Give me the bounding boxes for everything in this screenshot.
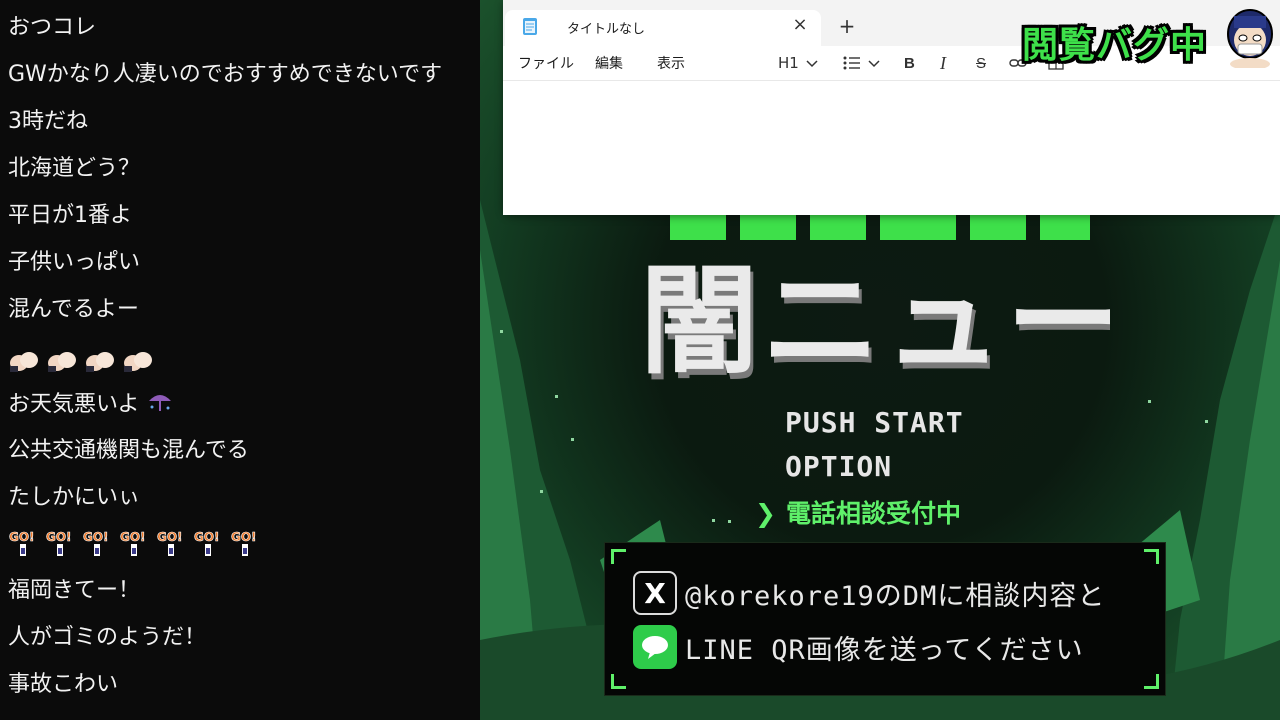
menu-phone-consult-label: 電話相談受付中 bbox=[785, 499, 961, 528]
go-sticker-icon: GO! bbox=[46, 530, 72, 556]
chat-message: 混んでるよー bbox=[8, 297, 139, 322]
menu-phone-consult[interactable]: ❯ 電話相談受付中 bbox=[755, 494, 961, 530]
menu-view[interactable]: 表示 bbox=[657, 53, 685, 73]
line-logo-icon bbox=[633, 625, 677, 669]
corner-bracket bbox=[611, 549, 626, 564]
list-dropdown[interactable] bbox=[843, 52, 881, 74]
chevron-down-icon bbox=[868, 60, 880, 68]
chat-message: 3時だね bbox=[8, 109, 88, 134]
go-label: GO! bbox=[9, 530, 35, 544]
bullet-list-icon bbox=[843, 56, 860, 70]
sparkle bbox=[571, 438, 574, 441]
go-label: GO! bbox=[194, 530, 220, 544]
chat-message: おつコレ bbox=[8, 15, 97, 40]
italic-button[interactable]: I bbox=[940, 52, 946, 74]
menu-edit[interactable]: 編集 bbox=[595, 53, 623, 73]
notepad-icon bbox=[523, 18, 537, 35]
menu-option[interactable]: OPTION bbox=[785, 450, 892, 483]
contact-line-text: LINE QR画像を送ってください bbox=[685, 634, 1084, 666]
heading-label: H1 bbox=[778, 54, 799, 72]
bold-button[interactable]: B bbox=[904, 52, 915, 74]
sparkle bbox=[712, 519, 715, 522]
contact-panel: X @korekore19のDMに相談内容と LINE QR画像を送ってください bbox=[604, 542, 1166, 696]
contact-x-text: @korekore19のDMに相談内容と bbox=[685, 580, 1106, 612]
chevron-down-icon bbox=[806, 60, 818, 68]
chat-message: お天気悪いよ bbox=[8, 389, 173, 420]
chat-message: 福岡きてー！ bbox=[8, 578, 141, 603]
chat-message: 事故こわい bbox=[8, 672, 119, 697]
chat-panel: おつコレ GWかなり人凄いのでおすすめできないです 3時だね 北海道どう？ 平日… bbox=[0, 0, 480, 720]
title-bars bbox=[670, 214, 1090, 240]
go-label: GO! bbox=[46, 530, 72, 544]
chat-message: 平日が1番よ bbox=[8, 203, 132, 228]
heading-dropdown[interactable]: H1 bbox=[778, 52, 819, 74]
chat-message: 人がゴミのようだ！ bbox=[8, 625, 207, 650]
corner-bracket bbox=[1144, 674, 1159, 689]
x-logo-icon: X bbox=[633, 571, 677, 615]
clapping-hands-icon bbox=[48, 352, 76, 372]
go-label: GO! bbox=[157, 530, 183, 544]
go-label: GO! bbox=[231, 530, 257, 544]
selector-arrow-icon: ❯ bbox=[755, 499, 776, 528]
contact-x-line: X @korekore19のDMに相談内容と bbox=[633, 571, 1105, 615]
chat-message-text: お天気悪いよ bbox=[8, 392, 140, 417]
go-sticker-icon: GO! bbox=[120, 530, 146, 556]
contact-line-line: LINE QR画像を送ってください bbox=[633, 625, 1084, 669]
sparkle bbox=[1205, 420, 1208, 423]
chat-message: たしかにいぃ bbox=[8, 485, 141, 510]
chat-message: 北海道どう？ bbox=[8, 156, 141, 181]
chat-message: 公共交通機関も混んでる bbox=[8, 438, 249, 463]
sparkle bbox=[728, 520, 731, 523]
sparkle bbox=[555, 395, 558, 398]
umbrella-rain-icon bbox=[148, 395, 171, 411]
chat-message: 子供いっぱい bbox=[8, 250, 141, 275]
chat-message: GWかなり人凄いのでおすすめできないです bbox=[8, 62, 443, 87]
corner-bracket bbox=[611, 674, 626, 689]
strikethrough-button[interactable]: S bbox=[976, 52, 986, 74]
corner-bracket bbox=[1144, 549, 1159, 564]
new-tab-button[interactable]: + bbox=[835, 14, 859, 38]
sparkle bbox=[540, 490, 543, 493]
tab-untitled[interactable]: タイトルなし × bbox=[505, 10, 821, 46]
menu-file[interactable]: ファイル bbox=[518, 53, 574, 73]
sparkle bbox=[500, 330, 503, 333]
badge-text: 閲覧バグ中 bbox=[1022, 25, 1208, 66]
go-sticker-icon: GO! bbox=[9, 530, 35, 556]
go-sticker-icon: GO! bbox=[194, 530, 220, 556]
avatar bbox=[1227, 9, 1273, 68]
tab-close-button[interactable]: × bbox=[789, 14, 811, 36]
go-sticker-icon: GO! bbox=[83, 530, 109, 556]
go-sticker-icon: GO! bbox=[157, 530, 183, 556]
text-editor[interactable] bbox=[503, 81, 1280, 215]
clapping-hands-icon bbox=[10, 352, 38, 372]
sparkle bbox=[1148, 400, 1151, 403]
clapping-hands-icon bbox=[86, 352, 114, 372]
tab-title: タイトルなし bbox=[567, 21, 646, 36]
game-logo-text: 闇ニュース bbox=[640, 252, 1110, 380]
go-sticker-icon: GO! bbox=[231, 530, 257, 556]
clap-emoji-row bbox=[8, 348, 154, 374]
menu-push-start[interactable]: PUSH START bbox=[785, 406, 964, 439]
go-label: GO! bbox=[83, 530, 109, 544]
go-label: GO! bbox=[120, 530, 146, 544]
game-logo: 闇ニュース 闇ニュース bbox=[640, 252, 1110, 380]
clapping-hands-icon bbox=[124, 352, 152, 372]
go-emoji-row: GO! GO! GO! GO! GO! GO! GO! bbox=[8, 528, 262, 560]
